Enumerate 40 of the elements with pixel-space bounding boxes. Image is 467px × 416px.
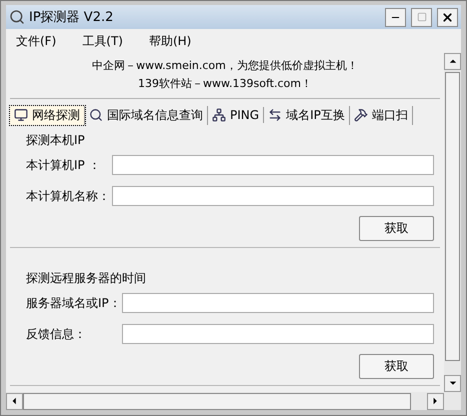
group-title: 探测本机IP — [26, 132, 86, 148]
field-label: 本计算机名称： — [26, 188, 111, 204]
menu-item[interactable]: 帮助(H) — [148, 32, 192, 50]
window-title: IP探测器 V2.2 — [29, 9, 114, 26]
tab[interactable]: 国际域名信息查询 — [85, 106, 208, 124]
left-arrow-icon — [10, 397, 18, 405]
maximize-button[interactable] — [411, 8, 432, 26]
input-field[interactable] — [122, 324, 434, 344]
tab[interactable]: 端口扫 — [350, 106, 413, 124]
input-field[interactable] — [112, 155, 434, 175]
swap-arrows-icon — [268, 108, 282, 122]
input-field[interactable] — [122, 293, 434, 313]
input-field[interactable] — [112, 186, 434, 206]
banner-text: 139软件站－www.139soft.com！ — [138, 76, 312, 92]
menu-item[interactable]: 文件(F) — [16, 32, 56, 50]
hammer-icon — [354, 108, 368, 122]
network-icon — [212, 108, 226, 122]
banner-text: 中企网－www.smein.com，为您提供低价虚拟主机！ — [92, 58, 358, 74]
tab[interactable]: PING — [208, 107, 264, 123]
up-arrow-icon — [448, 58, 456, 66]
fetch-button[interactable]: 获取 — [359, 216, 434, 241]
right-arrow-icon — [432, 397, 440, 405]
group-title: 探测远程服务器的时间 — [26, 270, 147, 286]
fetch-button[interactable]: 获取 — [359, 354, 434, 379]
tab[interactable]: 网络探测 — [10, 106, 85, 124]
vertical-scrollbar[interactable] — [444, 53, 461, 392]
horizontal-scrollbar[interactable] — [6, 392, 461, 410]
minimize-button[interactable] — [385, 8, 406, 26]
monitor-icon — [14, 108, 28, 122]
magnifier-icon — [9, 9, 25, 25]
down-arrow-icon — [448, 380, 456, 388]
field-label: 本计算机IP ： — [26, 156, 102, 174]
magnifier-icon — [89, 108, 103, 122]
maximize-icon — [416, 12, 426, 22]
close-icon — [441, 10, 454, 24]
close-button[interactable] — [437, 8, 458, 26]
tab[interactable]: 域名IP互换 — [264, 106, 350, 124]
menu-item[interactable]: 工具(T) — [82, 32, 123, 50]
field-label: 服务器域名或IP： — [26, 294, 122, 312]
field-label: 反馈信息： — [26, 326, 87, 342]
